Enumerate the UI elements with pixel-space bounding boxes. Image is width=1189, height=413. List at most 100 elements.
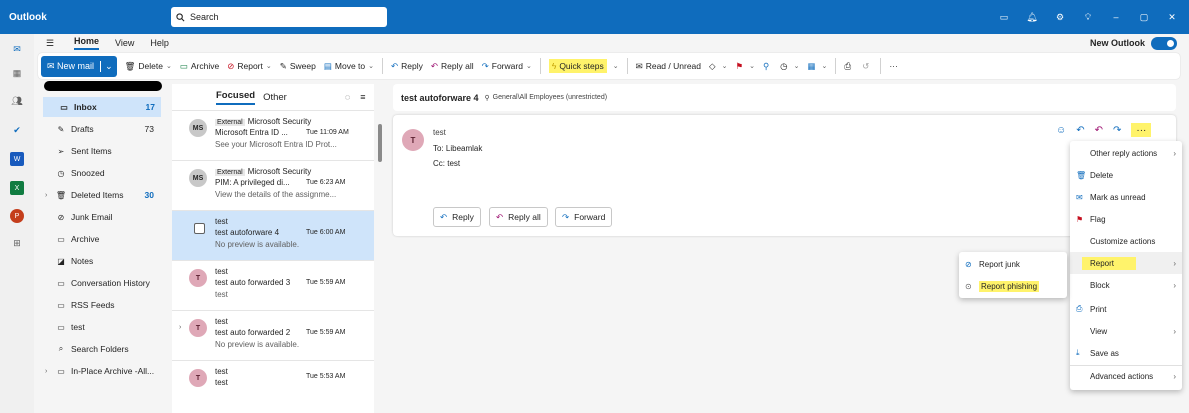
pin-button[interactable]: ⚲ [763,61,772,72]
menu-item-customize-actions[interactable]: Customize actions [1070,230,1182,252]
reply-all-button[interactable]: ↶ Reply all [431,61,474,72]
quick-steps-dropdown[interactable]: ⌄ [610,62,619,70]
read-unread-button[interactable]: ✉ Read / Unread [636,61,701,72]
minimize-icon[interactable]: – [1109,10,1123,24]
folder-notes[interactable]: ◪ Notes [40,251,160,271]
folder-search-folders[interactable]: ⌕ Search Folders [40,339,160,359]
tab-focused[interactable]: Focused [216,90,256,105]
new-mail-button[interactable]: ✉ New mail ⌄ [41,55,117,77]
menu-item-delete[interactable]: 🗑︎ Delete [1070,164,1182,186]
folder-conversation-history[interactable]: ▭ Conversation History [40,273,160,293]
forward-icon[interactable]: ↷ [1113,125,1121,136]
menu-item-save-as[interactable]: ⤓ Save as [1070,342,1182,364]
reply-icon[interactable]: ↶ [1076,125,1084,136]
print-button[interactable]: ⎙ [844,61,854,72]
folder-count: 17 [145,102,155,112]
emoji-icon[interactable]: ☺ [1056,125,1066,136]
snooze-button[interactable]: ◷ ⌄ [780,61,799,72]
excel-icon[interactable]: X [10,181,24,195]
menu-item-flag[interactable]: ⚑ Flag [1070,208,1182,230]
list-item[interactable]: T test test auto forwarded 3 Tue 5:59 AM… [172,261,374,311]
list-item[interactable]: MS External Microsoft Security PIM: A pri… [172,161,374,211]
menu-item-print[interactable]: ⎙ Print [1070,298,1182,320]
menu-item-block[interactable]: Block › [1070,274,1182,296]
select-icon[interactable]: ◌ [345,92,350,102]
folder-archive[interactable]: ▭ Archive [40,229,160,249]
chevron-down-icon[interactable]: ⌄ [100,60,113,72]
folder-test[interactable]: ▭ test [40,317,160,337]
download-icon: ⤓ [1076,348,1080,357]
folder-sent[interactable]: ➢ Sent Items [40,141,160,161]
word-icon[interactable]: W [10,152,24,166]
categorize-button[interactable]: ◇ ⌄ [709,61,727,72]
menu-item-report-phishing[interactable]: ⊙ Report phishing [959,275,1067,297]
folder-in-place-archive[interactable]: › ▭ In-Place Archive -All... [40,361,160,381]
list-item[interactable]: T test test Tue 5:53 AM [172,361,374,411]
flag-button[interactable]: ⚑ ⌄ [735,61,755,72]
folder-drafts[interactable]: ✎ Drafts 73 [40,119,160,139]
mail-icon[interactable]: ✉ [10,42,24,56]
more-options-button[interactable]: ··· [889,61,898,71]
chevron-right-icon[interactable]: › [45,192,47,199]
search-input[interactable]: Search [171,7,387,27]
menu-label: Flag [1090,214,1106,224]
reply-button[interactable]: ↶ Reply [391,61,423,72]
meet-now-icon[interactable]: ▭ [997,10,1011,24]
menu-item-report-junk[interactable]: ⊘ Report junk [959,253,1067,275]
folder-snoozed[interactable]: ◷ Snoozed [40,163,160,183]
list-item[interactable]: › T test test auto forwarded 2 Tue 5:59 … [172,311,374,361]
chevron-right-icon[interactable]: › [179,324,181,331]
list-item[interactable]: MS External Microsoft Security Microsoft … [172,111,374,161]
reply-button[interactable]: ↶ Reply [433,207,481,227]
forward-button[interactable]: ↷ Forward ⌄ [482,61,532,72]
account-name-redacted[interactable] [44,81,162,91]
delete-button[interactable]: 🗑︎ Delete ⌄ [125,61,172,72]
menu-item-advanced-actions[interactable]: Advanced actions › [1070,365,1182,387]
tab-other[interactable]: Other [263,92,287,103]
quick-steps-button[interactable]: ϟ Quick steps [548,59,607,73]
forward-button[interactable]: ↷ Forward [555,207,613,227]
close-icon[interactable]: ✕ [1165,10,1179,24]
folder-rss[interactable]: ▭ RSS Feeds [40,295,160,315]
gear-icon[interactable]: ⚙ [1053,10,1067,24]
select-checkbox[interactable] [194,223,205,234]
archive-button[interactable]: ▭ Archive [180,61,219,72]
trash-icon: 🗑︎ [1076,170,1087,180]
menu-item-report[interactable]: Report › [1070,252,1182,274]
tab-help[interactable]: Help [150,38,169,48]
folder-inbox[interactable]: ▭ Inbox 17 [43,97,161,117]
app-rail: ✉ ▦ 👥︎ ✔ W X P ⊞ [0,34,34,413]
new-outlook-toggle[interactable] [1151,37,1177,50]
menu-item-other-reply-actions[interactable]: Other reply actions › [1070,142,1182,164]
tips-icon[interactable]: 💡︎ [1081,10,1095,24]
menu-item-mark-unread[interactable]: ✉ Mark as unread [1070,186,1182,208]
bell-icon[interactable]: 🔔︎ [1025,10,1039,24]
more-actions-button[interactable]: ··· [1131,123,1152,137]
sender-name[interactable]: test [433,128,446,137]
report-button[interactable]: ⊘ Report ⌄ [227,61,272,72]
apps-icon[interactable]: ⊞ [10,236,24,250]
tab-home[interactable]: Home [74,36,100,50]
folder-junk[interactable]: ⊘ Junk Email [40,207,160,227]
menu-icon[interactable]: ☰ [46,38,58,49]
reply-all-icon[interactable]: ↶ [1095,125,1103,136]
tab-view[interactable]: View [115,38,134,48]
archive-icon: ▭ [179,60,188,71]
subject: test [215,378,228,387]
list-item[interactable]: test test autoforware 4 Tue 6:00 AM No p… [172,211,374,261]
move-to-button[interactable]: ▤ Move to ⌄ [324,61,374,72]
filter-icon[interactable]: ≡ [360,92,365,102]
restore-icon[interactable]: ▢ [1137,10,1151,24]
undo-button[interactable]: ↺ [862,61,872,72]
chevron-right-icon[interactable]: › [45,368,47,375]
people-icon[interactable]: 👥︎ [10,94,24,108]
message-list-scrollbar[interactable] [378,124,382,162]
calendar-icon[interactable]: ▦ [10,66,24,80]
powerpoint-icon[interactable]: P [10,209,24,223]
menu-item-view[interactable]: View › [1070,320,1182,342]
todo-icon[interactable]: ✔ [10,123,24,137]
reply-all-button[interactable]: ↶ Reply all [489,207,548,227]
folder-deleted[interactable]: › 🗑︎ Deleted Items 30 [40,185,160,205]
rules-button[interactable]: ▦ ⌄ [807,61,827,72]
sweep-button[interactable]: ✎ Sweep [280,61,316,72]
